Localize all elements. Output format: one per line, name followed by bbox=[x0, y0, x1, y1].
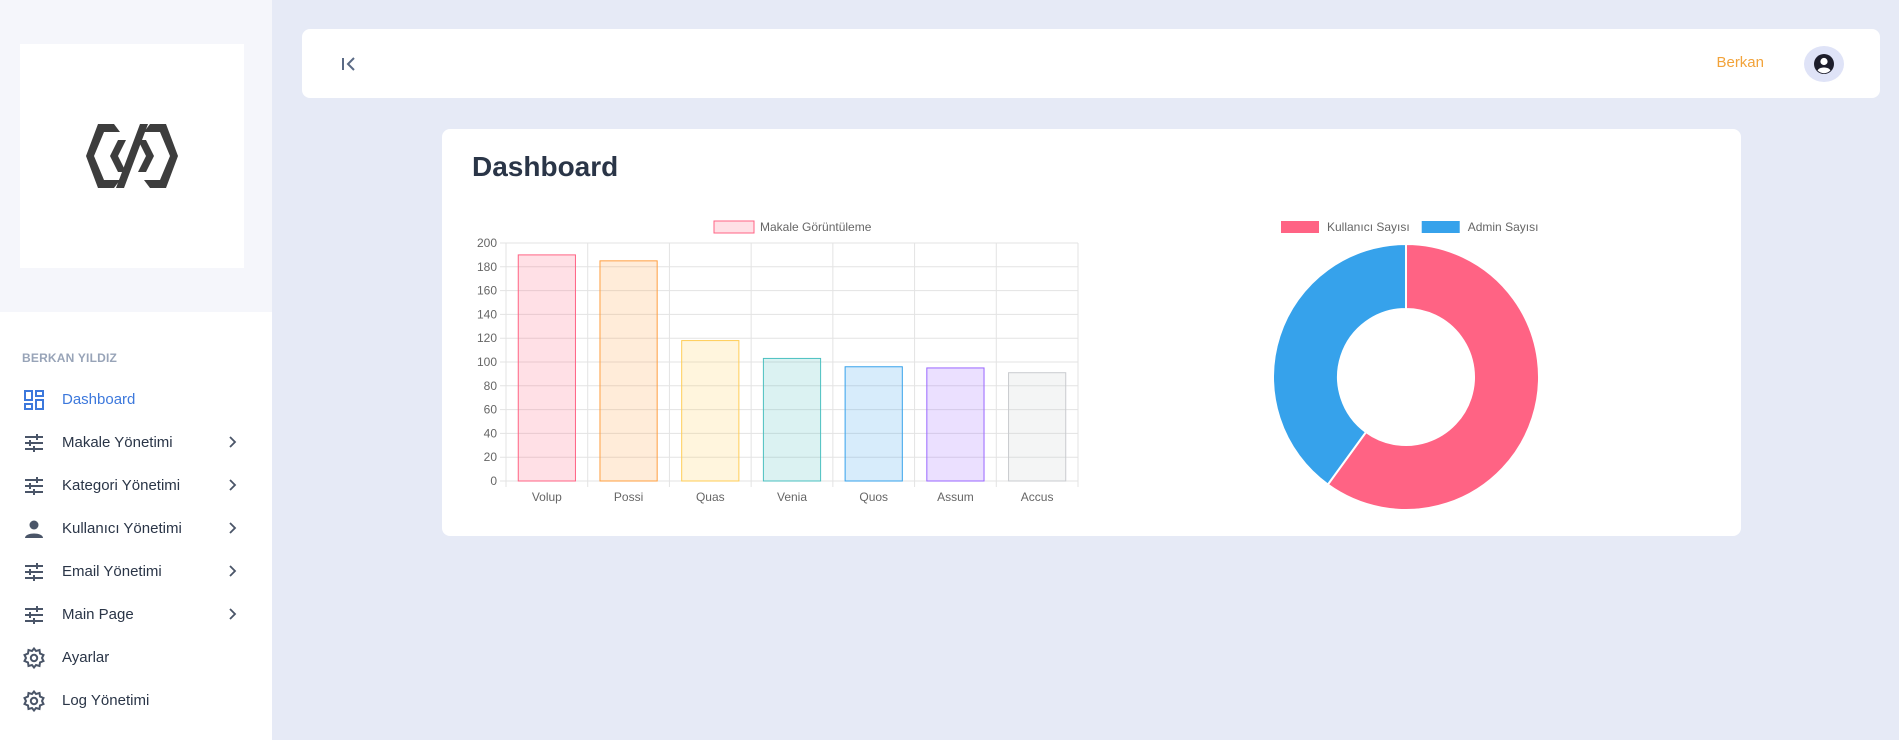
person-icon bbox=[22, 517, 46, 541]
sidebar-item-label: Kategori Yönetimi bbox=[62, 477, 181, 494]
y-tick-label: 200 bbox=[477, 236, 497, 250]
bar bbox=[681, 340, 740, 482]
bar bbox=[762, 357, 822, 482]
sliders-icon bbox=[22, 474, 46, 498]
sidebar-item-label: Ayarlar bbox=[62, 649, 110, 666]
user-name[interactable]: Berkan bbox=[1716, 54, 1764, 71]
bar bbox=[1008, 372, 1067, 482]
gear-icon bbox=[22, 689, 46, 713]
y-tick-label: 0 bbox=[490, 474, 497, 488]
chevron-right-icon bbox=[229, 565, 237, 577]
y-tick-label: 40 bbox=[484, 426, 498, 440]
gear-icon bbox=[22, 646, 46, 670]
chevron-right-icon bbox=[229, 522, 237, 534]
legend-label: Kullanıcı Sayısı bbox=[1327, 220, 1410, 234]
sidebar-item-label: Log Yönetimi bbox=[62, 692, 150, 709]
y-tick-label: 120 bbox=[477, 331, 497, 345]
bar bbox=[517, 254, 576, 482]
sliders-icon bbox=[22, 603, 46, 627]
bar bbox=[599, 260, 658, 482]
x-tick-label: Quos bbox=[859, 490, 888, 504]
x-tick-label: Accus bbox=[1021, 490, 1054, 504]
dashboard-icon bbox=[22, 388, 46, 412]
collapse-icon bbox=[342, 57, 355, 71]
x-tick-label: Possi bbox=[614, 490, 643, 504]
sidebar-item-label: Kullanıcı Yönetimi bbox=[62, 520, 182, 537]
chevron-right-icon bbox=[229, 436, 237, 448]
sidebar-section-title: BERKAN YILDIZ bbox=[22, 351, 118, 365]
sidebar: BERKAN YILDIZ Dashboard Makale Yönetimi … bbox=[0, 0, 272, 740]
sidebar-item-kategori[interactable]: Kategori Yönetimi bbox=[0, 464, 272, 507]
sliders-icon bbox=[22, 431, 46, 455]
avatar[interactable] bbox=[1804, 46, 1844, 82]
sidebar-item-label: Email Yönetimi bbox=[62, 563, 162, 580]
charts-area: 0 20 40 60 80 100 120 140 160 180 200 Volup Possi Qua… bbox=[477, 220, 1540, 511]
y-tick-label: 160 bbox=[477, 284, 497, 298]
legend-swatch bbox=[713, 220, 755, 234]
y-tick-label: 80 bbox=[484, 379, 498, 393]
y-tick-label: 60 bbox=[484, 403, 498, 417]
x-tick-label: Quas bbox=[696, 490, 725, 504]
dashboard-card: Dashboard 0 20 40 60 80 100 120 140 160 180 200 Vol… bbox=[442, 129, 1741, 536]
y-tick-label: 140 bbox=[477, 307, 497, 321]
sliders-icon bbox=[22, 560, 46, 584]
sidebar-item-main-page[interactable]: Main Page bbox=[0, 593, 272, 636]
legend-label: Makale Görüntüleme bbox=[760, 220, 872, 234]
legend-swatch bbox=[1281, 221, 1319, 233]
code-logo-icon bbox=[86, 124, 178, 188]
y-tick-label: 100 bbox=[477, 355, 497, 369]
chevron-right-icon bbox=[229, 608, 237, 620]
collapse-sidebar-button[interactable] bbox=[338, 53, 360, 75]
chevron-right-icon bbox=[229, 479, 237, 491]
logo-area bbox=[0, 0, 272, 312]
sidebar-item-label: Dashboard bbox=[62, 391, 136, 408]
sidebar-item-ayarlar[interactable]: Ayarlar bbox=[0, 636, 272, 679]
sidebar-nav: Dashboard Makale Yönetimi Kategori Yönet… bbox=[0, 378, 272, 722]
y-tick-label: 180 bbox=[477, 260, 497, 274]
sidebar-item-label: Main Page bbox=[62, 606, 134, 623]
sidebar-item-email[interactable]: Email Yönetimi bbox=[0, 550, 272, 593]
y-tick-label: 20 bbox=[484, 450, 498, 464]
sidebar-item-dashboard[interactable]: Dashboard bbox=[0, 378, 272, 421]
sidebar-item-makale[interactable]: Makale Yönetimi bbox=[0, 421, 272, 464]
legend-label: Admin Sayısı bbox=[1468, 220, 1539, 234]
sidebar-item-log[interactable]: Log Yönetimi bbox=[0, 679, 272, 722]
top-bar: Berkan bbox=[302, 29, 1880, 98]
x-tick-label: Volup bbox=[532, 490, 562, 504]
sidebar-item-kullanici[interactable]: Kullanıcı Yönetimi bbox=[0, 507, 272, 550]
bar bbox=[926, 367, 985, 482]
user-circle-icon bbox=[1814, 54, 1834, 74]
x-tick-label: Assum bbox=[937, 490, 974, 504]
sidebar-item-label: Makale Yönetimi bbox=[62, 434, 173, 451]
logo[interactable] bbox=[20, 44, 244, 268]
bar bbox=[844, 366, 903, 482]
x-tick-label: Venia bbox=[777, 490, 807, 504]
legend-swatch bbox=[1421, 221, 1460, 233]
